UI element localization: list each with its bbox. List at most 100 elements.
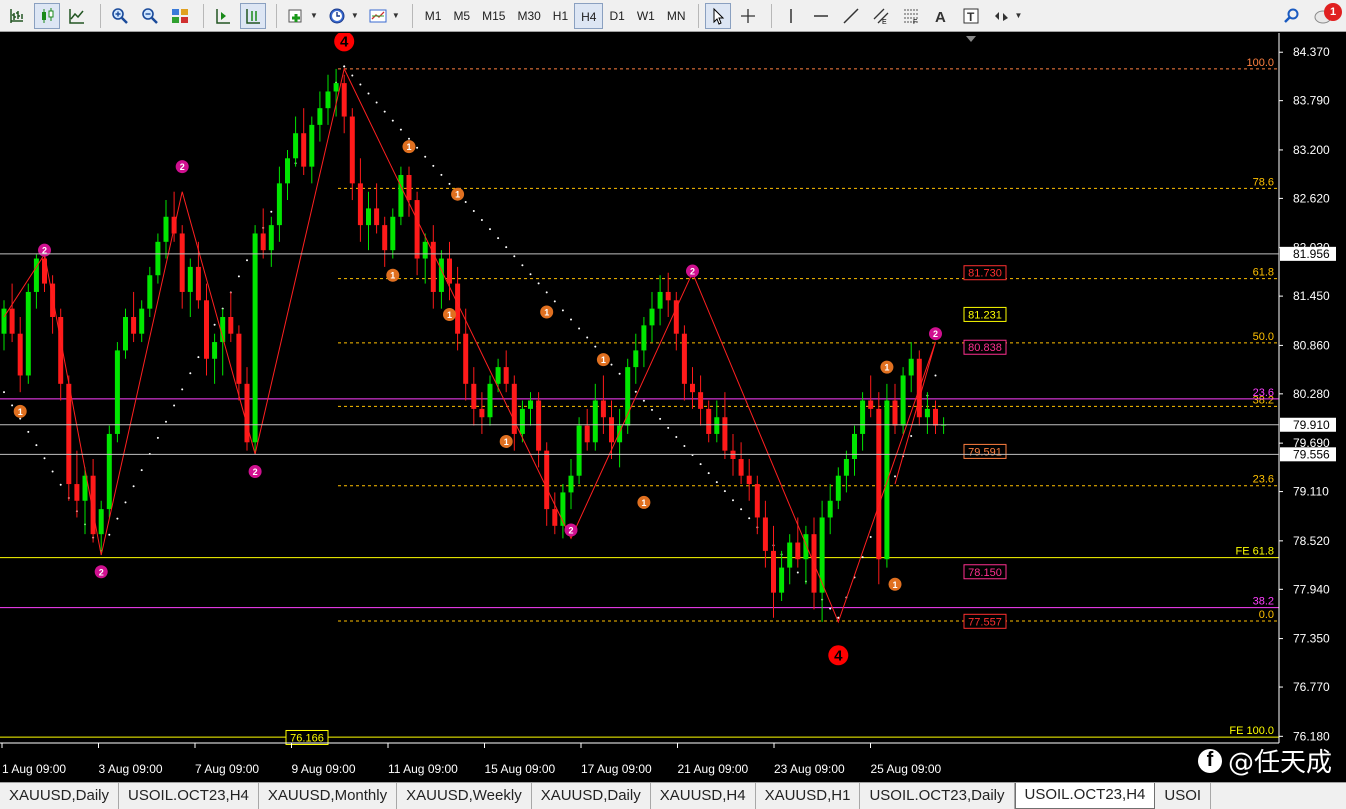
candle-body <box>860 400 866 434</box>
sar-dot <box>610 363 613 366</box>
watermark: f @任天成 <box>1197 742 1332 779</box>
chart-tab[interactable]: XAUUSD,Daily <box>0 783 120 809</box>
candle-body <box>722 417 728 451</box>
candle-body <box>317 108 323 125</box>
sar-dot <box>351 74 354 77</box>
chevron-down-icon[interactable]: ▼ <box>1015 11 1023 20</box>
time-tick-label: 23 Aug 09:00 <box>774 762 845 776</box>
wave-label-text: 1 <box>601 355 606 365</box>
timeframe-m5[interactable]: M5 <box>447 3 476 29</box>
candle-body <box>633 350 639 368</box>
clock-icon[interactable] <box>324 3 350 29</box>
timeframe-h1[interactable]: H1 <box>547 3 574 29</box>
indicators-icon[interactable] <box>283 3 309 29</box>
timeframe-mn[interactable]: MN <box>661 3 692 29</box>
chart-tab[interactable]: XAUUSD,H4 <box>651 783 756 809</box>
trendline-icon[interactable] <box>838 3 864 29</box>
price-marker-text: 79.591 <box>968 446 1002 458</box>
arrows-icon[interactable] <box>988 3 1014 29</box>
sar-dot <box>910 435 913 438</box>
candle-body <box>204 300 209 359</box>
chart-tab-active[interactable]: USOIL.OCT23,H4 <box>1014 783 1156 809</box>
candle-body <box>933 408 938 426</box>
sar-dot <box>27 430 30 433</box>
wave-label-text: 4 <box>340 33 349 50</box>
vertical-line-icon[interactable] <box>778 3 804 29</box>
timeframe-m1[interactable]: M1 <box>419 3 448 29</box>
chart-shift-icon[interactable] <box>210 3 236 29</box>
sar-dot <box>59 483 62 486</box>
timeframe-m30[interactable]: M30 <box>511 3 546 29</box>
templates-icon[interactable] <box>365 3 391 29</box>
sar-dot <box>521 264 524 267</box>
chart-tab[interactable]: XAUUSD,Weekly <box>397 783 532 809</box>
chart-tab[interactable]: XAUUSD,Daily <box>532 783 651 809</box>
candle-body <box>17 333 23 376</box>
sar-dot <box>375 101 378 104</box>
zoom-out-icon[interactable] <box>137 3 163 29</box>
price-marker-text: 80.838 <box>968 342 1002 354</box>
sar-dot <box>270 210 273 213</box>
tile-windows-icon[interactable] <box>167 3 193 29</box>
candle-body <box>74 484 80 501</box>
chart-tab[interactable]: USOIL.OCT23,H4 <box>119 783 259 809</box>
candle-body <box>600 400 606 418</box>
candle-body <box>25 291 31 376</box>
fibonacci-icon[interactable]: F <box>898 3 924 29</box>
candle-body <box>366 208 371 226</box>
candle-body <box>892 400 898 426</box>
candle-body <box>876 408 882 560</box>
candle-body <box>349 116 355 184</box>
candle-body <box>244 383 250 443</box>
notifications-icon[interactable]: 1 <box>1308 2 1342 29</box>
crosshair-icon[interactable] <box>735 3 761 29</box>
chart-tab[interactable]: USOI <box>1155 783 1212 809</box>
sar-dot <box>213 323 216 326</box>
sar-dot <box>165 420 167 423</box>
line-chart-icon[interactable] <box>64 3 90 29</box>
timeframe-m15[interactable]: M15 <box>476 3 511 29</box>
text-label-icon[interactable]: T <box>958 3 984 29</box>
sar-dot <box>391 119 394 122</box>
sar-dot <box>383 110 386 113</box>
chart-tab[interactable]: XAUUSD,H1 <box>756 783 861 809</box>
candle-body <box>536 400 542 451</box>
cursor-icon[interactable] <box>704 2 731 29</box>
price-chart[interactable]: 100.078.661.850.038.223.60.023.638.2FE 6… <box>0 33 1346 781</box>
channel-icon[interactable]: E <box>868 3 894 29</box>
chart-tab[interactable]: XAUUSD,Monthly <box>259 783 398 809</box>
candle-body <box>714 417 720 434</box>
sar-dot <box>424 155 427 158</box>
sar-dot <box>642 399 645 402</box>
candlestick-chart-icon[interactable] <box>34 2 60 29</box>
price-label-text: 79.556 <box>1293 447 1330 461</box>
sar-dot <box>732 499 734 502</box>
search-icon[interactable] <box>1278 3 1304 29</box>
text-tool-icon[interactable]: A <box>928 3 954 29</box>
timeframe-h4[interactable]: H4 <box>574 2 604 29</box>
timeframe-d1[interactable]: D1 <box>603 3 630 29</box>
timeframe-w1[interactable]: W1 <box>631 3 661 29</box>
candle-body <box>179 233 185 292</box>
sar-dot <box>108 533 111 536</box>
candle-body <box>252 233 258 443</box>
bar-chart-icon[interactable] <box>4 3 30 29</box>
autoscroll-icon[interactable] <box>240 2 266 29</box>
chevron-down-icon[interactable]: ▼ <box>392 11 400 20</box>
sar-dot <box>464 200 467 203</box>
chevron-down-icon[interactable]: ▼ <box>310 11 318 20</box>
chevron-down-icon[interactable]: ▼ <box>351 11 359 20</box>
time-tick-label: 15 Aug 09:00 <box>485 762 556 776</box>
sar-dot <box>197 356 200 359</box>
sar-dot <box>634 390 637 393</box>
zoom-in-icon[interactable] <box>107 3 133 29</box>
sar-dot <box>132 485 135 488</box>
sar-dot <box>19 417 22 420</box>
candle-body <box>131 317 137 334</box>
wave-label-text: 1 <box>390 271 395 281</box>
horizontal-line-icon[interactable] <box>808 3 834 29</box>
chart-tab[interactable]: USOIL.OCT23,Daily <box>860 783 1015 809</box>
sar-dot <box>140 469 143 472</box>
candle-body <box>771 550 776 593</box>
candle-body <box>576 425 582 476</box>
